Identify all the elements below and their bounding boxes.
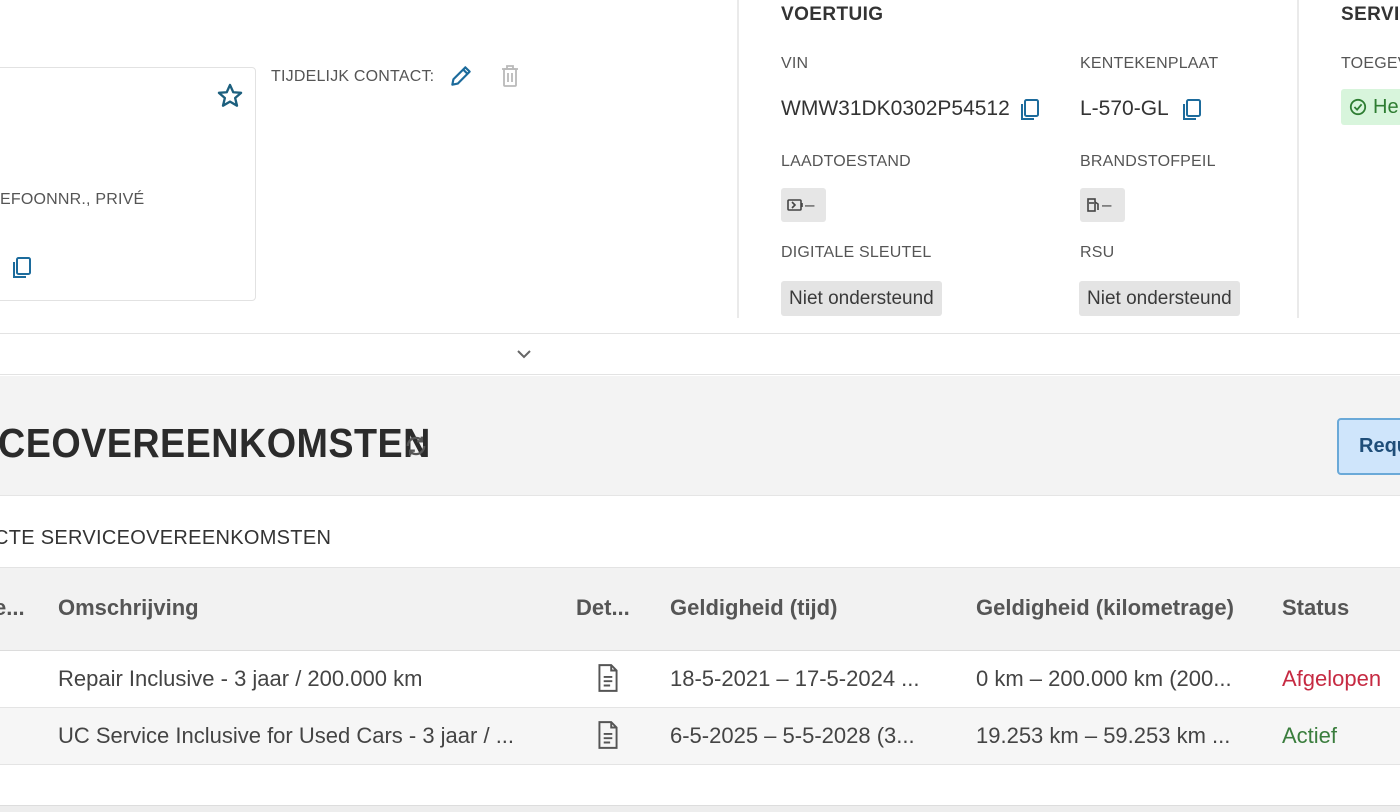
phone-private-label: efoonnr., privé <box>0 191 145 208</box>
charge-state-chip: – <box>781 188 826 222</box>
copy-icon[interactable] <box>10 255 34 281</box>
rsu-label: RSU <box>1080 244 1115 261</box>
column-header-description[interactable]: Omschrijving <box>58 595 199 621</box>
fuel-level-label: BRANDSTOFPEIL <box>1080 153 1216 170</box>
row-status: Afgelopen <box>1282 666 1382 691</box>
request-button[interactable]: Requ <box>1337 418 1400 475</box>
row-description: Repair Inclusive - 3 jaar / 200.000 km <box>58 666 423 691</box>
pencil-icon[interactable] <box>448 62 474 90</box>
rsu-value: Niet ondersteund <box>1079 281 1240 316</box>
temporary-contact-label: TIJDELIJK CONTACT: <box>271 68 435 85</box>
favorite-star-icon[interactable] <box>216 82 244 110</box>
trash-icon[interactable] <box>498 62 522 90</box>
service-status-value: He <box>1373 95 1399 118</box>
column-header-details[interactable]: Det... <box>576 595 630 621</box>
digital-key-label: DIGITALE SLEUTEL <box>781 244 932 261</box>
vehicle-section-title: VOERTUIG <box>781 4 884 25</box>
fuel-pump-icon <box>1087 198 1099 212</box>
document-icon[interactable] <box>595 663 621 693</box>
agreements-subtitle: CTE SERVICEOVEREENKOMSTEN <box>0 527 332 549</box>
copy-plate-icon[interactable] <box>1180 96 1204 124</box>
column-header-first[interactable]: e... <box>0 595 25 621</box>
column-header-status[interactable]: Status <box>1282 595 1349 621</box>
chevron-down-icon[interactable] <box>512 344 536 364</box>
bottom-divider <box>0 805 1400 812</box>
column-header-validity-time[interactable]: Geldigheid (tijd) <box>670 595 837 621</box>
battery-icon <box>787 199 803 211</box>
vin-label: VIN <box>781 55 809 72</box>
row-validity-time: 18-5-2021 – 17-5-2024 ... <box>670 666 920 691</box>
row-validity-km: 19.253 km – 59.253 km ... <box>976 723 1231 748</box>
document-icon[interactable] <box>595 720 621 750</box>
fuel-level-chip: – <box>1080 188 1125 222</box>
charge-state-label: LAADTOESTAND <box>781 153 911 170</box>
row-validity-km: 0 km – 200.000 km (200... <box>976 666 1232 691</box>
refresh-icon[interactable] <box>402 432 430 460</box>
copy-vin-icon[interactable] <box>1018 96 1042 124</box>
agreements-title: CEOVEREENKOMSTEN <box>0 420 431 466</box>
digital-key-value: Niet ondersteund <box>781 281 942 316</box>
column-divider <box>737 0 739 318</box>
check-circle-icon <box>1349 98 1367 116</box>
assigned-label: TOEGEV <box>1341 55 1400 72</box>
collapse-bar[interactable] <box>0 333 1400 375</box>
service-status-badge: He <box>1341 89 1400 125</box>
row-description: UC Service Inclusive for Used Cars - 3 j… <box>58 723 515 748</box>
column-header-validity-km[interactable]: Geldigheid (kilometrage) <box>976 595 1234 621</box>
column-divider <box>1297 0 1299 318</box>
row-validity-time: 6-5-2025 – 5-5-2028 (3... <box>670 723 915 748</box>
charge-state-value: – <box>805 195 815 214</box>
service-section-title: SERVIC <box>1341 4 1400 25</box>
vin-value: WMW31DK0302P54512 <box>781 97 1010 120</box>
row-first-cell: . <box>0 724 1 750</box>
license-plate-value: L-570-GL <box>1080 97 1169 120</box>
fuel-level-value: – <box>1102 195 1112 214</box>
row-status: Actief <box>1282 723 1338 748</box>
license-plate-label: KENTEKENPLAAT <box>1080 55 1219 72</box>
